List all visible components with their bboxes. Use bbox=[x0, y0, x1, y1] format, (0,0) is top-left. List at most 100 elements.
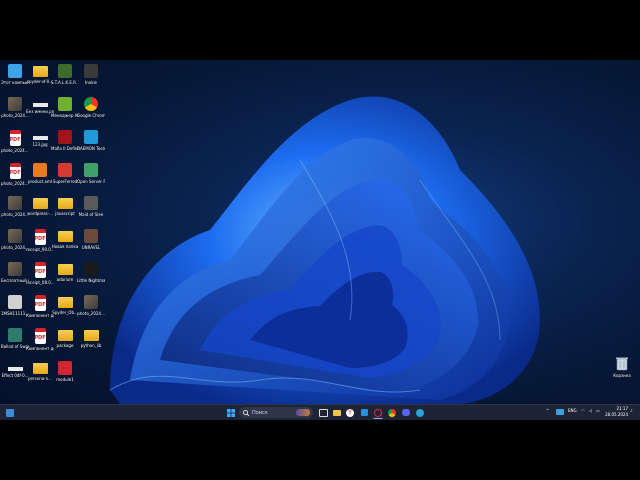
desktop-icon[interactable]: persona-n... bbox=[27, 359, 53, 391]
recycle-bin[interactable]: Корзина bbox=[611, 356, 633, 386]
image-file-icon bbox=[8, 262, 22, 276]
desktop-icon[interactable]: Без имени.png bbox=[26, 95, 54, 127]
desktop-icon[interactable]: photo_2024... bbox=[1, 227, 29, 259]
desktop-icon[interactable]: SuperFerrod bbox=[52, 161, 78, 193]
desktop-icon-label: Open Server Panel bbox=[77, 179, 105, 184]
taskbar-app-yandex[interactable]: Y bbox=[345, 407, 355, 418]
desktop-icon[interactable]: Spyder_Ob... bbox=[52, 293, 78, 325]
clock-date: 28.05.2024 bbox=[605, 412, 628, 417]
volume-icon[interactable]: ◁ bbox=[589, 408, 592, 413]
folder-icon bbox=[83, 330, 99, 341]
desktop-icon-label: javascript bbox=[55, 211, 75, 216]
taskbar-app-task-view[interactable] bbox=[318, 407, 328, 418]
desktop-icon[interactable]: Google Chrome bbox=[77, 95, 105, 127]
desktop-icon[interactable]: 123.jpg bbox=[27, 128, 53, 160]
desktop-icon[interactable]: package bbox=[52, 326, 78, 358]
recorder-icon bbox=[374, 408, 382, 417]
app-icon bbox=[84, 130, 98, 144]
desktop-icon[interactable]: photo_2024... bbox=[1, 194, 29, 226]
notification-bell-icon[interactable]: ♪ bbox=[630, 408, 633, 413]
wifi-icon[interactable]: ◠ bbox=[581, 408, 585, 413]
desktop-icon-label: package bbox=[56, 343, 74, 348]
desktop-icon[interactable]: PDF photo_2024... 1.pdf bbox=[1, 161, 29, 193]
desktop-icon-label: Effect 04f-0... bbox=[1, 373, 29, 378]
desktop-icon[interactable]: Бесплатный sypsc.png bbox=[1, 260, 29, 292]
app-icon bbox=[58, 163, 72, 177]
desktop-icon-label: Little Nightmare... bbox=[77, 278, 105, 283]
start-button[interactable] bbox=[226, 407, 236, 418]
desktop-icon[interactable]: javascript bbox=[52, 194, 78, 226]
taskbar-app-discord[interactable] bbox=[401, 407, 411, 418]
taskbar-search[interactable]: Поиск bbox=[239, 407, 313, 418]
battery-icon[interactable]: ▭ bbox=[596, 408, 600, 413]
desktop-icon[interactable]: PDF Компонент документа... bbox=[26, 293, 54, 325]
app-icon bbox=[58, 130, 72, 144]
folder-icon bbox=[333, 409, 341, 416]
desktop-icon[interactable]: wordpress-... bbox=[27, 194, 53, 226]
taskbar-app-chrome[interactable] bbox=[387, 407, 397, 418]
taskbar-app-telegram[interactable] bbox=[415, 407, 425, 418]
desktop-icon[interactable]: DAEMON Tools Lite bbox=[77, 128, 105, 160]
desktop-icon[interactable]: Open Server Panel bbox=[77, 161, 105, 193]
desktop-icon[interactable]: PDF Компонент документа-b... bbox=[26, 326, 54, 358]
desktop-icon[interactable]: UNRAVEL bbox=[78, 227, 104, 259]
tray-app-icon[interactable] bbox=[556, 409, 564, 415]
folder-icon bbox=[57, 297, 73, 308]
desktop-icon[interactable]: photo_2024... bbox=[1, 95, 29, 127]
taskbar-app-vscode[interactable] bbox=[359, 407, 369, 418]
pdf-file-icon: PDF bbox=[34, 229, 46, 245]
app-icon bbox=[33, 163, 47, 177]
app-icon bbox=[58, 64, 72, 78]
windows-logo-icon bbox=[227, 408, 235, 417]
vscode-icon bbox=[360, 409, 368, 416]
telegram-icon bbox=[416, 408, 424, 417]
desktop-icon[interactable]: photo_2024... bbox=[77, 293, 105, 325]
desktop-icon[interactable]: spyder-vf-0... bbox=[27, 62, 53, 94]
app-icon bbox=[58, 361, 72, 375]
desktop-icon-label: photo_2024... bbox=[1, 212, 29, 217]
folder-icon bbox=[57, 264, 73, 275]
desktop-icon[interactable]: Inokie bbox=[78, 62, 104, 94]
desktop-icon[interactable]: PDF receipt_90.0... bbox=[26, 227, 54, 259]
app-icon bbox=[84, 229, 98, 243]
chrome-icon bbox=[388, 408, 396, 417]
desktop-icon[interactable]: Этот компьютер bbox=[1, 62, 29, 94]
pdf-file-icon: PDF bbox=[34, 262, 46, 278]
search-placeholder: Поиск bbox=[252, 409, 268, 416]
desktop-icon[interactable]: PDF photo_2024... 2.pdf bbox=[1, 128, 29, 160]
image-file-icon bbox=[32, 136, 48, 140]
image-file-icon bbox=[8, 229, 22, 243]
clock[interactable]: 21:17 28.05.2024 bbox=[604, 406, 628, 418]
desktop-icon-label: wordpress-... bbox=[27, 211, 53, 216]
widgets-button[interactable] bbox=[5, 407, 15, 418]
taskbar-app-explorer[interactable] bbox=[332, 407, 342, 418]
pdf-file-icon: PDF bbox=[9, 130, 21, 146]
image-file-icon bbox=[84, 295, 98, 309]
desktop-icon[interactable]: Effect 04f-0... bbox=[2, 359, 28, 391]
desktop-icon[interactable]: Новая папка bbox=[52, 227, 78, 259]
taskbar-app-recorder[interactable] bbox=[373, 407, 383, 419]
desktop-icon[interactable]: product.xml bbox=[27, 161, 53, 193]
yandex-icon: Y bbox=[346, 408, 354, 417]
tray-overflow-chevron-icon[interactable]: ^ bbox=[546, 408, 549, 413]
search-icon bbox=[243, 409, 249, 416]
desktop-icon[interactable]: python_lib bbox=[78, 326, 104, 358]
desktop-icon-label: persona-n... bbox=[28, 376, 52, 381]
desktop-icon-label: Менеджер Adaptive... bbox=[51, 113, 79, 118]
desktop-icon-label: product.xml bbox=[27, 179, 53, 184]
desktop-icon[interactable]: Little Nightmare... bbox=[77, 260, 105, 292]
widgets-icon bbox=[6, 408, 14, 417]
desktop-icon[interactable]: Менеджер Adaptive... bbox=[51, 95, 79, 127]
desktop-icon[interactable]: adarium bbox=[52, 260, 78, 292]
desktop-icon[interactable]: Maid of Slee bbox=[78, 194, 104, 226]
desktop-icon[interactable]: PDF receipt_08.0... (2).pdf bbox=[26, 260, 54, 292]
desktop-icon[interactable]: S.T.A.L.K.E.R. ЗОВ ПРИ... bbox=[51, 62, 79, 94]
search-highlight-icon bbox=[296, 409, 310, 416]
desktop-icon[interactable]: Ballad of Swan Lake bbox=[1, 326, 29, 358]
desktop-icon[interactable]: module1 bbox=[52, 359, 78, 391]
desktop-icon[interactable]: Mafia II Definiti... bbox=[51, 128, 79, 160]
desktop-icon[interactable]: 1MSH11111... bbox=[1, 293, 29, 325]
desktop-icon-label: Без имени.png bbox=[26, 109, 54, 114]
app-icon bbox=[84, 163, 98, 177]
language-indicator[interactable]: ENG bbox=[568, 408, 577, 413]
